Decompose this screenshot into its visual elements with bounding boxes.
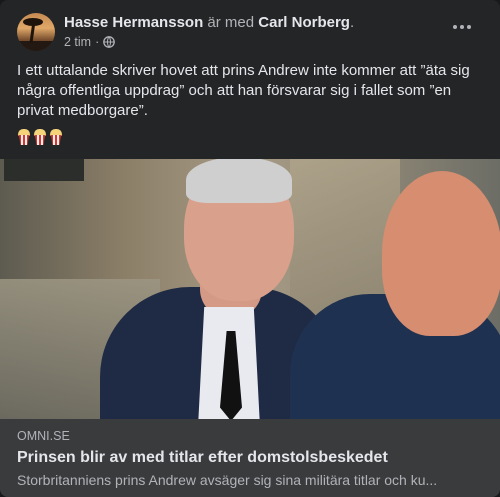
with-text: är med (203, 14, 259, 31)
popcorn-icon (17, 129, 31, 145)
link-title[interactable]: Prinsen blir av med titlar efter domstol… (17, 449, 388, 467)
popcorn-icon (33, 129, 47, 145)
popcorn-icon (49, 129, 63, 145)
post-card: Hasse Hermansson är med Carl Norberg. 2 … (0, 0, 500, 497)
post-header: Hasse Hermansson är med Carl Norberg. 2 … (17, 11, 483, 53)
author-line: Hasse Hermansson är med Carl Norberg. (64, 14, 354, 31)
author-name[interactable]: Hasse Hermansson (64, 14, 203, 31)
link-description: Storbritanniens prins Andrew avsäger sig… (17, 472, 438, 488)
avatar[interactable] (17, 13, 55, 51)
dot-icon (467, 25, 471, 29)
post-text: I ett uttalande skriver hovet att prins … (17, 62, 470, 119)
link-domain: OMNI.SE (17, 429, 70, 443)
emoji-row (17, 129, 63, 145)
dot-icon (460, 25, 464, 29)
post-meta: 2 tim · (64, 35, 116, 49)
link-image[interactable] (0, 159, 500, 419)
link-preview[interactable]: OMNI.SE Prinsen blir av med titlar efter… (0, 419, 500, 497)
timestamp[interactable]: 2 tim (64, 35, 91, 49)
tagged-suffix: . (349, 14, 355, 31)
tagged-name[interactable]: Carl Norberg (258, 14, 350, 31)
dot-icon (453, 25, 457, 29)
meta-separator: · (95, 35, 100, 49)
globe-icon (103, 36, 116, 48)
more-options-button[interactable] (453, 25, 471, 29)
